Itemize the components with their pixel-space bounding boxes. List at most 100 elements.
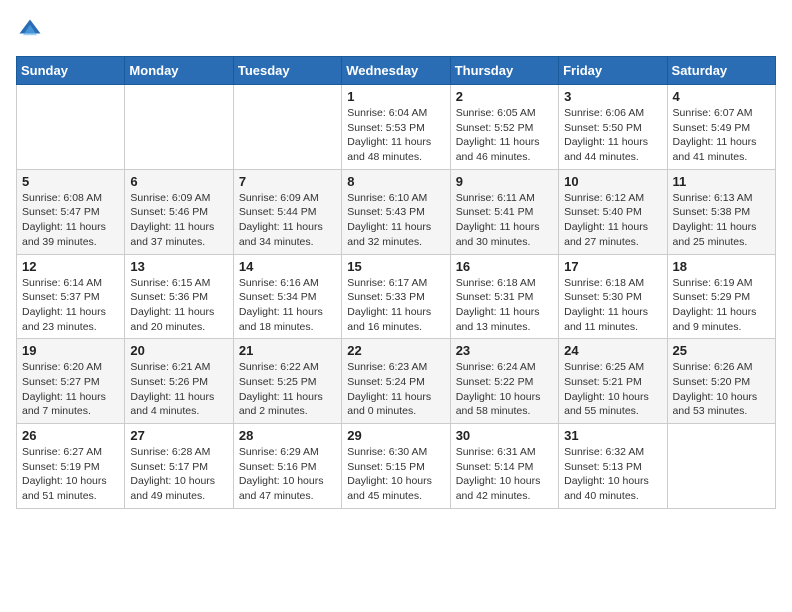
day-info: Sunrise: 6:28 AM Sunset: 5:17 PM Dayligh… [130,445,227,504]
day-info: Sunrise: 6:25 AM Sunset: 5:21 PM Dayligh… [564,360,661,419]
empty-cell [125,85,233,170]
day-info: Sunrise: 6:07 AM Sunset: 5:49 PM Dayligh… [673,106,770,165]
calendar-day-3: 3 Sunrise: 6:06 AM Sunset: 5:50 PM Daylig… [559,85,667,170]
day-number: 10 [564,174,661,189]
day-info: Sunrise: 6:19 AM Sunset: 5:29 PM Dayligh… [673,276,770,335]
day-number: 23 [456,343,553,358]
calendar-day-21: 21 Sunrise: 6:22 AM Sunset: 5:25 PM Dayli… [233,339,341,424]
day-number: 6 [130,174,227,189]
day-info: Sunrise: 6:18 AM Sunset: 5:30 PM Dayligh… [564,276,661,335]
day-info: Sunrise: 6:29 AM Sunset: 5:16 PM Dayligh… [239,445,336,504]
empty-cell [667,424,775,509]
day-number: 29 [347,428,444,443]
day-info: Sunrise: 6:13 AM Sunset: 5:38 PM Dayligh… [673,191,770,250]
calendar-day-1: 1 Sunrise: 6:04 AM Sunset: 5:53 PM Daylig… [342,85,450,170]
calendar-day-26: 26Sunrise: 6:27 AM Sunset: 5:19 PM Dayli… [17,424,125,509]
day-number: 26 [22,428,119,443]
day-number: 14 [239,259,336,274]
weekday-header-row: SundayMondayTuesdayWednesdayThursdayFrid… [17,57,776,85]
day-info: Sunrise: 6:16 AM Sunset: 5:34 PM Dayligh… [239,276,336,335]
day-info: Sunrise: 6:04 AM Sunset: 5:53 PM Dayligh… [347,106,444,165]
day-number: 28 [239,428,336,443]
calendar-day-14: 14 Sunrise: 6:16 AM Sunset: 5:34 PM Dayli… [233,254,341,339]
calendar-day-11: 11 Sunrise: 6:13 AM Sunset: 5:38 PM Dayli… [667,169,775,254]
calendar-day-18: 18 Sunrise: 6:19 AM Sunset: 5:29 PM Dayli… [667,254,775,339]
day-number: 31 [564,428,661,443]
weekday-header-saturday: Saturday [667,57,775,85]
day-number: 2 [456,89,553,104]
weekday-header-thursday: Thursday [450,57,558,85]
day-info: Sunrise: 6:24 AM Sunset: 5:22 PM Dayligh… [456,360,553,419]
weekday-header-sunday: Sunday [17,57,125,85]
calendar-week-row: 19 Sunrise: 6:20 AM Sunset: 5:27 PM Dayli… [17,339,776,424]
day-info: Sunrise: 6:08 AM Sunset: 5:47 PM Dayligh… [22,191,119,250]
calendar-day-23: 23 Sunrise: 6:24 AM Sunset: 5:22 PM Dayli… [450,339,558,424]
day-info: Sunrise: 6:17 AM Sunset: 5:33 PM Dayligh… [347,276,444,335]
day-info: Sunrise: 6:09 AM Sunset: 5:46 PM Dayligh… [130,191,227,250]
calendar-day-20: 20 Sunrise: 6:21 AM Sunset: 5:26 PM Dayli… [125,339,233,424]
day-number: 1 [347,89,444,104]
weekday-header-friday: Friday [559,57,667,85]
day-number: 12 [22,259,119,274]
day-info: Sunrise: 6:12 AM Sunset: 5:40 PM Dayligh… [564,191,661,250]
empty-cell [17,85,125,170]
day-number: 3 [564,89,661,104]
day-number: 25 [673,343,770,358]
day-number: 22 [347,343,444,358]
day-info: Sunrise: 6:22 AM Sunset: 5:25 PM Dayligh… [239,360,336,419]
day-number: 18 [673,259,770,274]
calendar-day-15: 15Sunrise: 6:17 AM Sunset: 5:33 PM Dayli… [342,254,450,339]
day-info: Sunrise: 6:06 AM Sunset: 5:50 PM Dayligh… [564,106,661,165]
day-info: Sunrise: 6:23 AM Sunset: 5:24 PM Dayligh… [347,360,444,419]
day-number: 20 [130,343,227,358]
day-info: Sunrise: 6:32 AM Sunset: 5:13 PM Dayligh… [564,445,661,504]
calendar-day-9: 9Sunrise: 6:11 AM Sunset: 5:41 PM Daylig… [450,169,558,254]
day-number: 11 [673,174,770,189]
day-number: 30 [456,428,553,443]
weekday-header-tuesday: Tuesday [233,57,341,85]
weekday-header-monday: Monday [125,57,233,85]
calendar-week-row: 12 Sunrise: 6:14 AM Sunset: 5:37 PM Dayli… [17,254,776,339]
logo-icon [16,16,44,44]
day-number: 19 [22,343,119,358]
weekday-header-wednesday: Wednesday [342,57,450,85]
day-info: Sunrise: 6:31 AM Sunset: 5:14 PM Dayligh… [456,445,553,504]
day-info: Sunrise: 6:26 AM Sunset: 5:20 PM Dayligh… [673,360,770,419]
calendar-week-row: 5 Sunrise: 6:08 AM Sunset: 5:47 PM Daylig… [17,169,776,254]
day-info: Sunrise: 6:14 AM Sunset: 5:37 PM Dayligh… [22,276,119,335]
day-number: 13 [130,259,227,274]
calendar-day-30: 30 Sunrise: 6:31 AM Sunset: 5:14 PM Dayli… [450,424,558,509]
day-number: 21 [239,343,336,358]
day-number: 24 [564,343,661,358]
day-info: Sunrise: 6:30 AM Sunset: 5:15 PM Dayligh… [347,445,444,504]
calendar-day-4: 4 Sunrise: 6:07 AM Sunset: 5:49 PM Daylig… [667,85,775,170]
page-header [16,16,776,44]
day-info: Sunrise: 6:05 AM Sunset: 5:52 PM Dayligh… [456,106,553,165]
calendar-day-13: 13Sunrise: 6:15 AM Sunset: 5:36 PM Dayli… [125,254,233,339]
calendar-day-8: 8Sunrise: 6:10 AM Sunset: 5:43 PM Daylig… [342,169,450,254]
day-number: 4 [673,89,770,104]
day-number: 5 [22,174,119,189]
day-number: 17 [564,259,661,274]
day-info: Sunrise: 6:11 AM Sunset: 5:41 PM Dayligh… [456,191,553,250]
day-info: Sunrise: 6:21 AM Sunset: 5:26 PM Dayligh… [130,360,227,419]
calendar-day-16: 16Sunrise: 6:18 AM Sunset: 5:31 PM Dayli… [450,254,558,339]
logo [16,16,48,44]
calendar-table: SundayMondayTuesdayWednesdayThursdayFrid… [16,56,776,509]
calendar-day-5: 5 Sunrise: 6:08 AM Sunset: 5:47 PM Daylig… [17,169,125,254]
day-number: 27 [130,428,227,443]
calendar-day-6: 6 Sunrise: 6:09 AM Sunset: 5:46 PM Daylig… [125,169,233,254]
empty-cell [233,85,341,170]
day-info: Sunrise: 6:18 AM Sunset: 5:31 PM Dayligh… [456,276,553,335]
calendar-day-24: 24 Sunrise: 6:25 AM Sunset: 5:21 PM Dayli… [559,339,667,424]
calendar-day-28: 28 Sunrise: 6:29 AM Sunset: 5:16 PM Dayli… [233,424,341,509]
day-info: Sunrise: 6:20 AM Sunset: 5:27 PM Dayligh… [22,360,119,419]
day-number: 8 [347,174,444,189]
calendar-week-row: 1 Sunrise: 6:04 AM Sunset: 5:53 PM Daylig… [17,85,776,170]
calendar-week-row: 26Sunrise: 6:27 AM Sunset: 5:19 PM Dayli… [17,424,776,509]
calendar-day-12: 12 Sunrise: 6:14 AM Sunset: 5:37 PM Dayli… [17,254,125,339]
calendar-day-27: 27 Sunrise: 6:28 AM Sunset: 5:17 PM Dayli… [125,424,233,509]
calendar-day-29: 29 Sunrise: 6:30 AM Sunset: 5:15 PM Dayli… [342,424,450,509]
calendar-day-19: 19 Sunrise: 6:20 AM Sunset: 5:27 PM Dayli… [17,339,125,424]
calendar-day-25: 25 Sunrise: 6:26 AM Sunset: 5:20 PM Dayli… [667,339,775,424]
